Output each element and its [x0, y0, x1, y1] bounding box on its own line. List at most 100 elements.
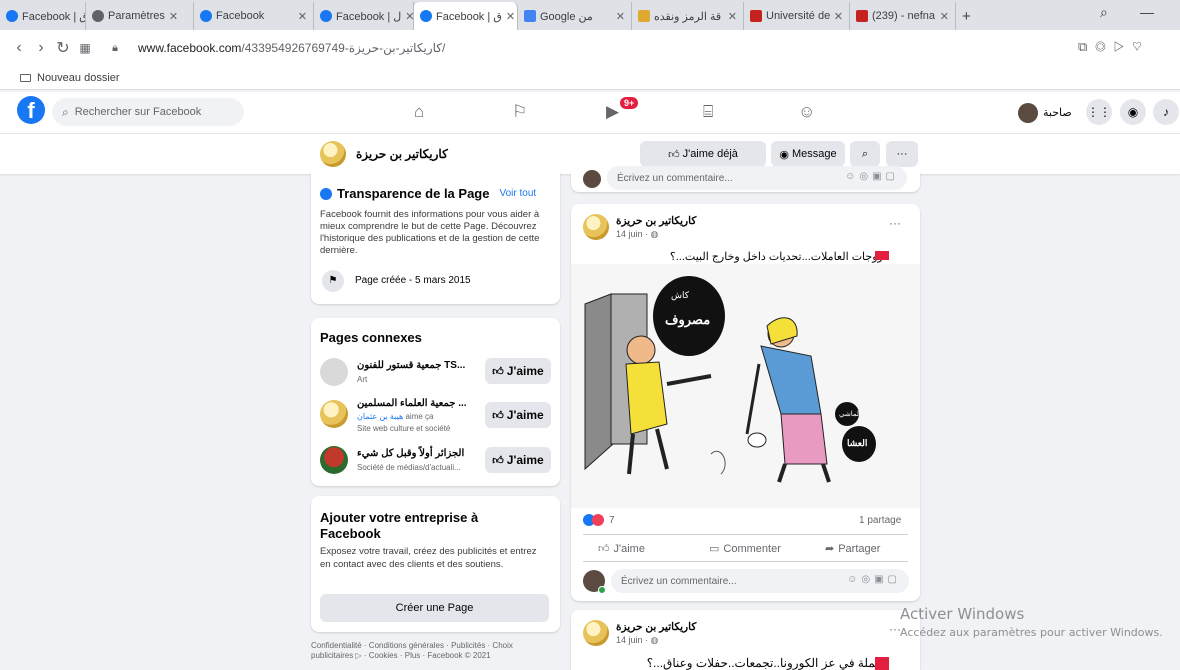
post-date[interactable]: 14 juin · [616, 229, 651, 239]
online-status-dot [598, 586, 606, 594]
related-like-label: J'aime [506, 408, 544, 422]
new-tab-button[interactable]: + [956, 2, 980, 30]
forward-icon[interactable]: › [30, 39, 52, 57]
post-options-icon[interactable]: ··· [889, 216, 901, 230]
comment-tools-icons[interactable]: ☺◎▣▢ [847, 574, 901, 585]
minimize-icon[interactable]: — [1140, 4, 1154, 20]
transparency-card: Transparence de la Page Voir tout Facebo… [311, 172, 560, 304]
page-title[interactable]: كاريكاتير بن حريزة [356, 147, 448, 161]
back-icon[interactable]: ‹ [8, 39, 30, 57]
groups-icon[interactable]: ☺ [798, 102, 815, 122]
post-date[interactable]: 14 juin · [616, 635, 651, 645]
browser-tab[interactable]: قة الرمز ونقده ✕ [632, 2, 744, 30]
speed-dial-icon[interactable]: ▦ [74, 41, 96, 55]
reactions-count[interactable]: 7 [609, 515, 615, 526]
browser-tab[interactable]: Facebook | ل ✕ [314, 2, 414, 30]
bookmark-folder[interactable]: Nouveau dossier [37, 72, 120, 84]
related-page-name[interactable]: جمعية قستور للفنون TS... [357, 360, 465, 371]
close-icon[interactable]: ✕ [728, 10, 737, 23]
share-action-button[interactable]: ➦ Partager [825, 542, 880, 556]
avatar[interactable] [1018, 103, 1038, 123]
search-page-button[interactable]: ⌕ [850, 141, 880, 167]
close-icon[interactable]: ✕ [169, 10, 178, 23]
watch-icon[interactable]: ▶ [606, 102, 619, 122]
browser-tab[interactable]: Facebook | ق✕ [0, 2, 86, 30]
url-field[interactable]: www.facebook.com/433954926769749-كاريكات… [138, 41, 445, 55]
business-title: Ajouter votre entreprise à Facebook [320, 510, 479, 541]
search-tabs-icon[interactable]: ⌕ [1100, 4, 1108, 21]
friend-link[interactable]: هيبة بن عثمان [357, 412, 403, 421]
comment-placeholder: Écrivez un commentaire... [621, 575, 737, 587]
related-page-avatar[interactable] [320, 358, 348, 386]
bookmarks-bar: Nouveau dossier [0, 66, 1180, 90]
post-author-avatar[interactable] [583, 214, 609, 240]
close-icon[interactable]: ✕ [405, 10, 413, 23]
browser-tab[interactable]: Google من ✕ [518, 2, 632, 30]
like-action-button[interactable]: 👍︎ J'aime [598, 542, 645, 556]
browser-tab[interactable]: Paramètres ✕ [86, 2, 194, 30]
close-icon[interactable]: ✕ [616, 10, 625, 23]
browser-tab[interactable]: Université de ✕ [744, 2, 850, 30]
related-page-name[interactable]: جمعية العلماء المسلمين ... [357, 398, 467, 409]
related-page-avatar[interactable] [320, 446, 348, 474]
post-author-avatar[interactable] [583, 620, 609, 646]
footer-links[interactable]: Confidentialité · Conditions générales ·… [311, 641, 556, 661]
post-author[interactable]: كاريكاتير بن حريزة [616, 621, 696, 633]
share-icon: ➦ [825, 543, 835, 555]
search-input[interactable]: ⌕ Rechercher sur Facebook [52, 98, 244, 126]
comment-input[interactable]: Écrivez un commentaire... ☺◎▣▢ [611, 569, 909, 593]
tab-label: Université de [766, 10, 831, 22]
related-like-button[interactable]: 👍︎ J'aime [485, 402, 551, 428]
close-icon[interactable]: ✕ [506, 10, 515, 23]
thumbs-up-icon: 👍︎ [492, 454, 504, 467]
reload-icon[interactable]: ↻ [52, 38, 74, 58]
browser-tab[interactable]: (239) - nefna ✕ [850, 2, 956, 30]
red-square-icon [875, 657, 889, 670]
notifications-bell-icon[interactable]: ♪ [1153, 99, 1179, 125]
comment-action-button[interactable]: ▭ Commenter [709, 542, 781, 556]
shares-count[interactable]: 1 partage [859, 515, 901, 526]
home-icon[interactable]: ⌂ [414, 102, 424, 122]
related-page-avatar[interactable] [320, 400, 348, 428]
search-icon: ⌕ [861, 147, 869, 160]
facebook-favicon-icon [320, 10, 332, 22]
page-header-bar: كاريكاتير بن حريزة 👍︎ J'aime déjà ◉ Messag… [0, 134, 1180, 174]
page-avatar[interactable] [320, 141, 346, 167]
post-author[interactable]: كاريكاتير بن حريزة [616, 215, 696, 227]
browser-toolbar-icons[interactable]: ⧉◎▷♡ [1078, 39, 1150, 55]
gmail-favicon-icon [856, 10, 868, 22]
see-all-link[interactable]: Voir tout [499, 188, 536, 199]
related-like-button[interactable]: 👍︎ J'aime [485, 358, 551, 384]
close-icon[interactable]: ✕ [940, 10, 949, 23]
like-page-button[interactable]: 👍︎ J'aime déjà [640, 141, 766, 167]
related-like-button[interactable]: 👍︎ J'aime [485, 447, 551, 473]
tab-label: Facebook | ق [22, 10, 85, 23]
post: كاريكاتير بن حريزة 14 juin · ◍ ··· الحمل… [571, 610, 920, 670]
flag-icon[interactable]: ⚐ [512, 102, 527, 122]
close-icon[interactable]: ✕ [298, 10, 307, 23]
facebook-favicon-icon [200, 10, 212, 22]
facebook-logo[interactable]: f [17, 96, 45, 124]
facebook-header: f ⌕ Rechercher sur Facebook ⌂ ⚐ ▶ 9+ ⌸ ☺… [0, 92, 1180, 134]
marketplace-icon[interactable]: ⌸ [703, 102, 713, 122]
close-icon[interactable]: ✕ [834, 10, 843, 23]
create-page-button[interactable]: Créer une Page [320, 594, 549, 622]
related-like-label: J'aime [506, 453, 544, 467]
more-options-button[interactable]: ··· [886, 141, 918, 167]
comment-input[interactable]: Écrivez un commentaire... ☺◎▣▢ [607, 166, 907, 190]
url-domain: www.facebook.com [138, 41, 242, 55]
site-favicon-icon [638, 10, 650, 22]
messenger-icon[interactable]: ◉ [1120, 99, 1146, 125]
post-image-cartoon[interactable]: كاش مصروف العشا لماشي [571, 264, 920, 508]
gear-icon [92, 10, 104, 22]
tab-label: (239) - nefna [872, 10, 935, 22]
menu-grid-icon[interactable]: ⋮⋮ [1086, 99, 1112, 125]
browser-tab-active[interactable]: Facebook | ق ✕ [414, 2, 518, 30]
divider [583, 534, 908, 535]
profile-name[interactable]: صاحبة [1043, 106, 1072, 119]
browser-tab[interactable]: Facebook ✕ [194, 2, 314, 30]
comment-tools-icons[interactable]: ☺◎▣▢ [845, 171, 899, 182]
related-like-label: J'aime [506, 364, 544, 378]
related-page-name[interactable]: الجزائر أولاً وقبل كل شيء [357, 448, 464, 459]
message-button[interactable]: ◉ Message [771, 141, 845, 167]
